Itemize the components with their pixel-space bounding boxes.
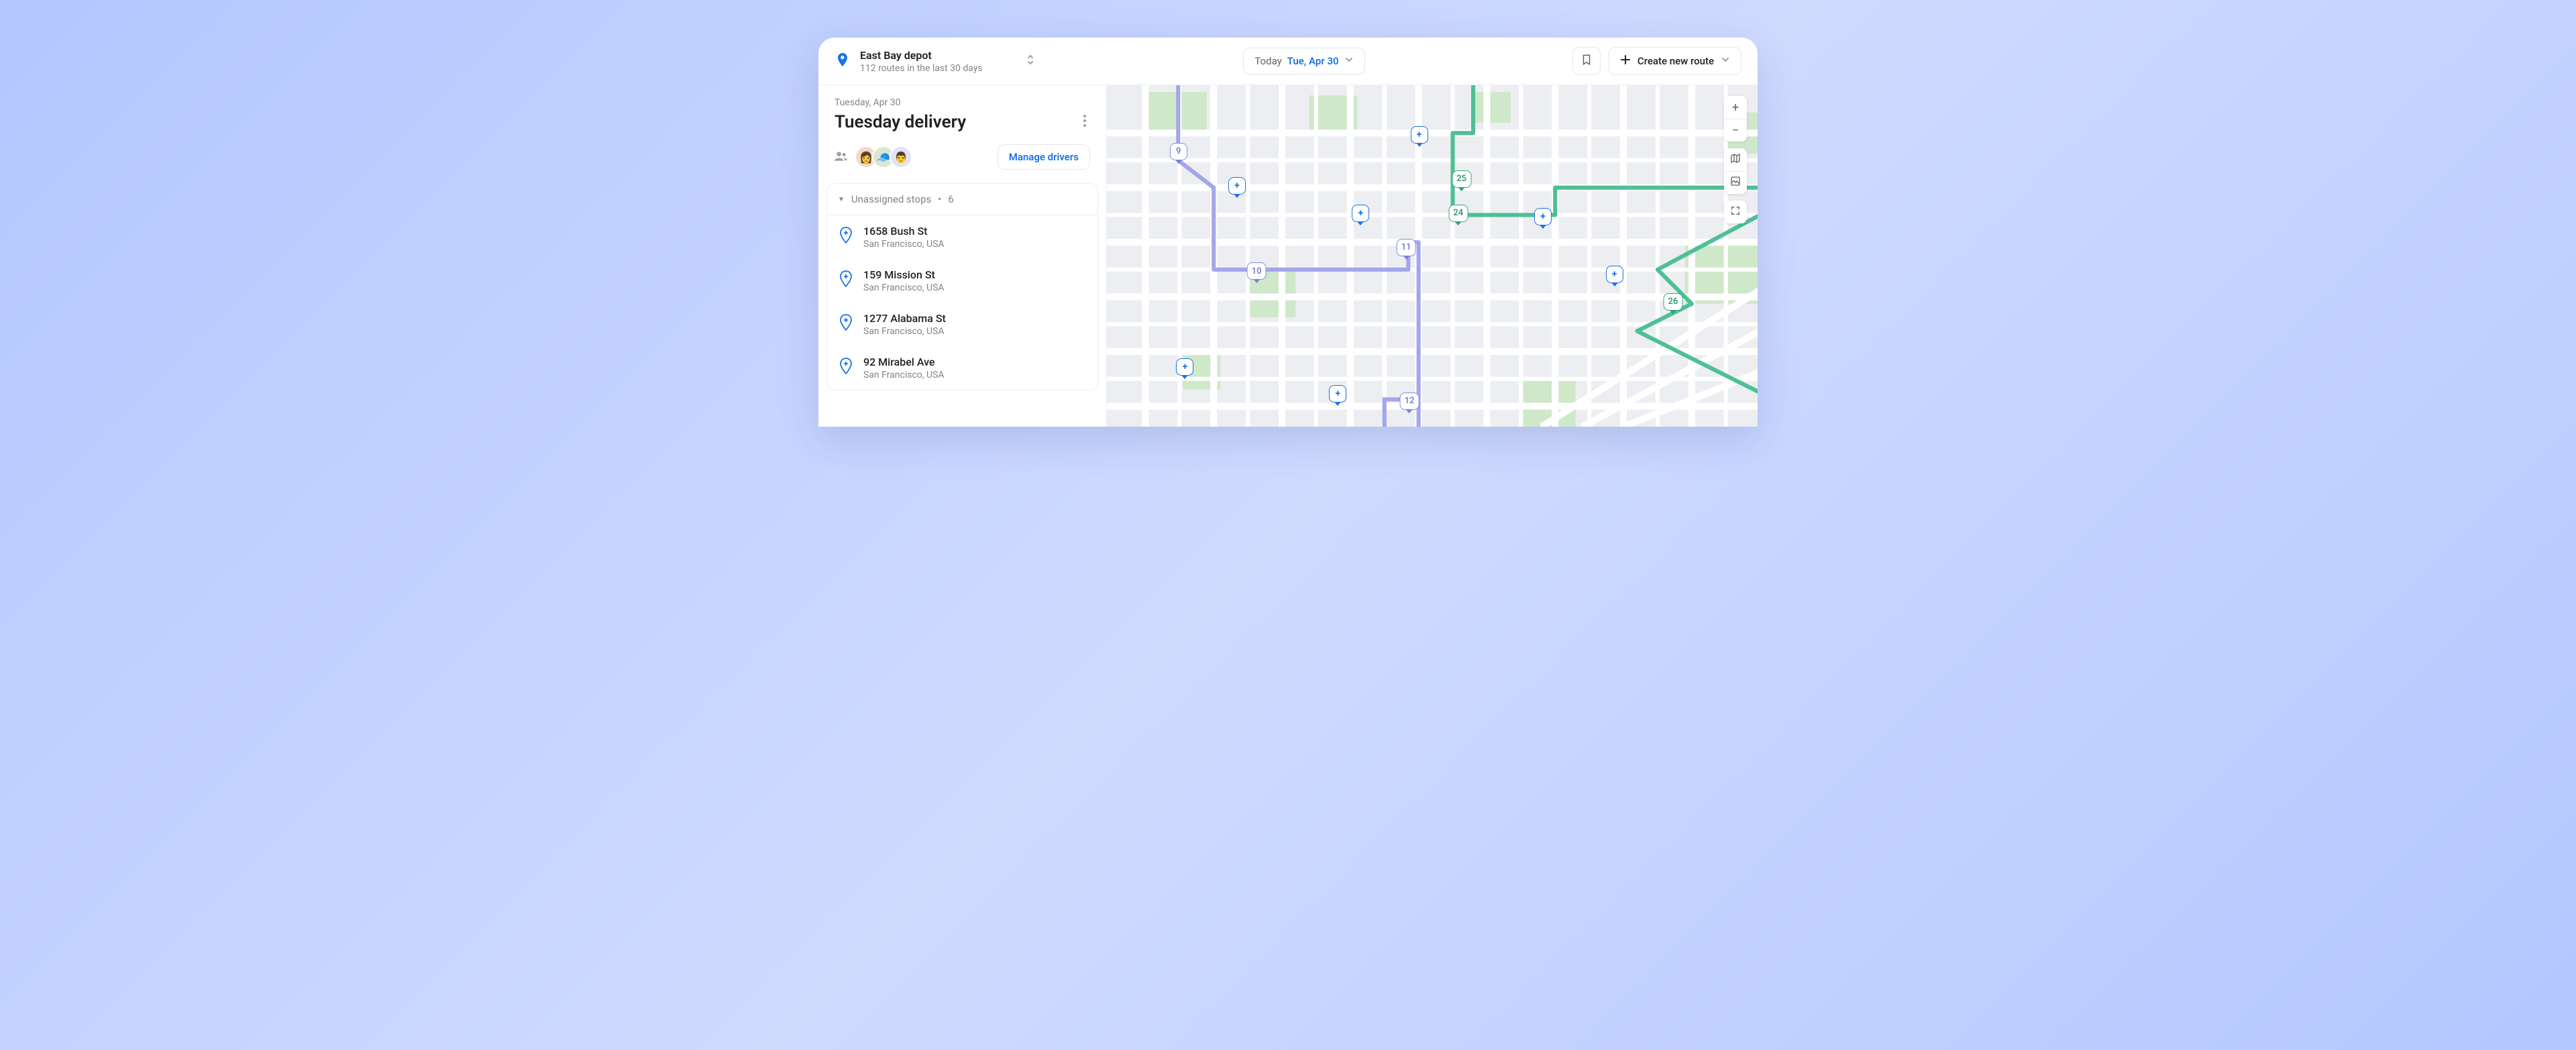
plus-icon — [1620, 54, 1631, 68]
add-stop-pin-icon — [838, 270, 854, 288]
route-menu-button[interactable] — [1079, 111, 1090, 134]
plus-icon: + — [1732, 101, 1739, 115]
map-add-stop-marker[interactable]: + — [1534, 208, 1552, 225]
depot-name: East Bay depot — [860, 49, 983, 62]
stop-city: San Francisco, USA — [863, 370, 945, 380]
date-picker[interactable]: Today Tue, Apr 30 — [1243, 48, 1364, 74]
date-prefix: Today — [1254, 55, 1281, 67]
stop-address: 92 Mirabel Ave — [863, 356, 945, 368]
map-stop-marker[interactable]: 25 — [1452, 170, 1471, 188]
fullscreen-button[interactable] — [1724, 201, 1747, 223]
bookmark-button[interactable] — [1572, 47, 1601, 75]
stop-address: 1658 Bush St — [863, 225, 945, 238]
top-bar: East Bay depot 112 routes in the last 30… — [818, 38, 1758, 85]
stop-city: San Francisco, USA — [863, 239, 945, 250]
minus-icon: − — [1732, 123, 1739, 138]
add-stop-pin-icon — [838, 357, 854, 376]
depot-selector[interactable]: East Bay depot 112 routes in the last 30… — [835, 49, 1036, 74]
stop-item[interactable]: 1277 Alabama StSan Francisco, USA — [827, 303, 1097, 346]
unassigned-count: 6 — [948, 193, 953, 205]
map-stop-marker[interactable]: 12 — [1400, 392, 1419, 410]
map-stop-marker[interactable]: 24 — [1448, 205, 1468, 222]
map-stop-marker[interactable]: 26 — [1663, 293, 1682, 311]
app-window: East Bay depot 112 routes in the last 30… — [818, 38, 1758, 427]
manage-drivers-label: Manage drivers — [1009, 151, 1079, 163]
map-add-stop-marker[interactable]: + — [1228, 177, 1246, 195]
manage-drivers-button[interactable]: Manage drivers — [998, 144, 1090, 170]
map-stop-marker[interactable]: 10 — [1247, 262, 1267, 280]
expand-icon — [1730, 205, 1741, 219]
stop-address: 1277 Alabama St — [863, 312, 946, 325]
people-icon — [835, 151, 848, 164]
main-split: Tuesday, Apr 30 Tuesday delivery 👩🧢👨 — [818, 85, 1758, 427]
chevron-down-icon — [1721, 55, 1730, 67]
zoom-in-button[interactable]: + — [1724, 96, 1747, 119]
route-date: Tuesday, Apr 30 — [835, 97, 1090, 108]
map-add-stop-marker[interactable]: + — [1411, 126, 1428, 144]
map-style-button[interactable] — [1724, 148, 1747, 171]
map-add-stop-marker[interactable]: + — [1352, 205, 1369, 222]
location-pin-icon — [835, 52, 851, 70]
map-icon — [1730, 153, 1741, 167]
stop-item[interactable]: 1658 Bush StSan Francisco, USA — [827, 215, 1097, 259]
depot-subtitle: 112 routes in the last 30 days — [860, 63, 983, 74]
image-icon — [1730, 176, 1741, 190]
map-add-stop-marker[interactable]: + — [1176, 358, 1193, 376]
caret-down-icon: ▼ — [838, 196, 845, 203]
unfold-icon — [1025, 53, 1036, 69]
sidebar: Tuesday, Apr 30 Tuesday delivery 👩🧢👨 — [818, 85, 1107, 427]
stop-address: 159 Mission St — [863, 268, 945, 281]
stop-city: San Francisco, USA — [863, 282, 945, 293]
stop-city: San Francisco, USA — [863, 326, 946, 337]
map-controls: + − — [1724, 96, 1747, 223]
add-stop-pin-icon — [838, 313, 854, 332]
add-stop-pin-icon — [838, 226, 854, 245]
stops-list: 1658 Bush StSan Francisco, USA159 Missio… — [827, 215, 1097, 390]
map-pane[interactable]: 9 +10 + +11 12 + +25 24 + +26 + − — [1107, 85, 1758, 427]
chevron-down-icon — [1344, 55, 1354, 67]
bookmark-icon — [1580, 54, 1593, 68]
driver-avatars[interactable]: 👩🧢👨 — [855, 146, 912, 168]
drivers-row: 👩🧢👨 Manage drivers — [818, 144, 1106, 183]
satellite-button[interactable] — [1724, 171, 1747, 194]
create-route-label: Create new route — [1638, 55, 1714, 67]
unassigned-stops-card: ▼ Unassigned stops • 6 1658 Bush StSan F… — [826, 183, 1098, 390]
stop-item[interactable]: 92 Mirabel Ave San Francisco, USA — [827, 346, 1097, 390]
route-header: Tuesday, Apr 30 Tuesday delivery — [818, 85, 1106, 144]
map-stop-marker[interactable]: 11 — [1397, 239, 1416, 256]
more-vertical-icon — [1083, 117, 1086, 129]
route-title: Tuesday delivery — [835, 112, 966, 132]
driver-avatar[interactable]: 👨 — [890, 146, 912, 168]
zoom-out-button[interactable]: − — [1724, 119, 1747, 142]
create-route-button[interactable]: Create new route — [1609, 47, 1741, 75]
map-canvas — [1107, 85, 1758, 427]
map-stop-marker[interactable]: 9 — [1170, 143, 1187, 160]
map-add-stop-marker[interactable]: + — [1606, 266, 1623, 283]
map-add-stop-marker[interactable]: + — [1329, 385, 1346, 403]
stop-item[interactable]: 159 Mission StSan Francisco, USA — [827, 259, 1097, 303]
unassigned-label: Unassigned stops — [851, 193, 931, 205]
date-value: Tue, Apr 30 — [1287, 55, 1339, 67]
unassigned-stops-toggle[interactable]: ▼ Unassigned stops • 6 — [827, 184, 1097, 215]
